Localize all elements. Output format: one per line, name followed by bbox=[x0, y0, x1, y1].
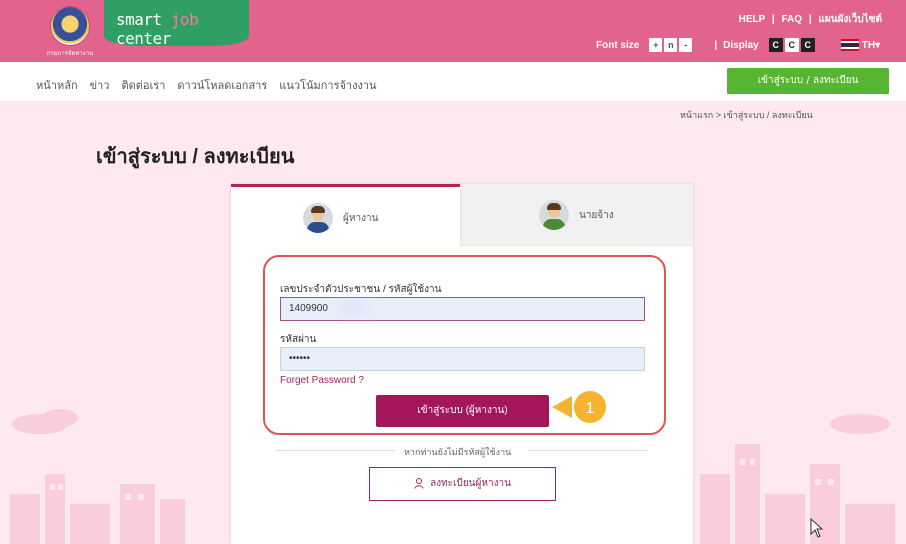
job-seeker-login-button[interactable]: เข้าสู่ระบบ (ผู้หางาน) bbox=[376, 395, 549, 427]
chevron-down-icon[interactable]: ▾ bbox=[875, 40, 880, 51]
tab-employer-label: นายจ้าง bbox=[579, 210, 614, 221]
font-normal-button[interactable]: n bbox=[664, 38, 678, 52]
tab-job-seeker[interactable]: ผู้หางาน bbox=[231, 184, 460, 246]
display-contrast-button[interactable]: C bbox=[800, 38, 815, 52]
accessibility-controls: Font size + n - | Display C C C TH ▾ bbox=[596, 36, 880, 54]
nav-item-home[interactable]: หน้าหลัก bbox=[36, 76, 78, 94]
employer-avatar-icon bbox=[539, 200, 569, 230]
login-register-button[interactable]: เข้าสู่ระบบ / ลงทะเบียน bbox=[727, 68, 889, 94]
tab-employer[interactable]: นายจ้าง bbox=[460, 184, 693, 246]
tab-job-seeker-label: ผู้หางาน bbox=[343, 213, 379, 224]
breadcrumb-current: เข้าสู่ระบบ / ลงทะเบียน bbox=[723, 110, 813, 120]
nav-item-download[interactable]: ดาวน์โหลดเอกสาร bbox=[177, 76, 267, 94]
divider bbox=[528, 450, 648, 451]
sitemap-link[interactable]: แผนผังเว็บไซต์ bbox=[818, 14, 882, 25]
separator: | bbox=[808, 14, 812, 25]
separator: | bbox=[714, 39, 718, 51]
nav-item-contact[interactable]: ติดต่อเรา bbox=[121, 76, 165, 94]
brand-suffix: center bbox=[116, 29, 171, 48]
top-header: กรมการจัดหางาน smart job center HELP | F… bbox=[0, 0, 906, 62]
smart-job-center-logo[interactable]: smart job center bbox=[104, 0, 249, 48]
no-account-text: หากท่านยังไม่มีรหัสผู้ใช้งาน bbox=[404, 447, 512, 457]
breadcrumb: หน้าแรก > เข้าสู่ระบบ / ลงทะเบียน bbox=[680, 108, 813, 122]
separator: | bbox=[771, 14, 775, 25]
brand-prefix: smart bbox=[116, 10, 171, 29]
password-input[interactable]: •••••• bbox=[280, 347, 645, 371]
department-seal-logo[interactable] bbox=[50, 6, 90, 46]
breadcrumb-separator: > bbox=[715, 110, 722, 120]
font-size-label: Font size bbox=[596, 39, 640, 51]
seal-caption: กรมการจัดหางาน bbox=[46, 50, 94, 57]
display-dark-button[interactable]: C bbox=[768, 38, 783, 52]
thai-flag-icon[interactable] bbox=[840, 39, 859, 51]
top-links: HELP | FAQ | แผนผังเว็บไซต์ bbox=[735, 12, 882, 27]
divider bbox=[275, 450, 395, 451]
faq-link[interactable]: FAQ bbox=[781, 14, 802, 25]
brand-job: job bbox=[170, 10, 199, 29]
display-light-button[interactable]: C bbox=[784, 38, 799, 52]
nav-item-news[interactable]: ข่าว bbox=[90, 76, 110, 94]
display-label: Display bbox=[723, 39, 759, 51]
user-icon bbox=[414, 477, 424, 489]
register-job-seeker-button[interactable]: ลงทะเบียนผู้หางาน bbox=[369, 467, 556, 501]
register-button-label: ลงทะเบียนผู้หางาน bbox=[430, 478, 511, 489]
callout-number: 1 bbox=[586, 400, 595, 417]
breadcrumb-home[interactable]: หน้าแรก bbox=[680, 110, 713, 120]
font-decrease-button[interactable]: - bbox=[679, 38, 693, 52]
id-field-label: เลขประจำตัวประชาชน / รหัสผู้ใช้งาน bbox=[280, 284, 442, 295]
redaction-blur bbox=[333, 300, 378, 317]
forgot-password-link[interactable]: Forget Password ? bbox=[280, 375, 364, 386]
step-callout-marker: 1 bbox=[552, 391, 606, 423]
password-field-label: รหัสผ่าน bbox=[280, 334, 317, 345]
language-selector[interactable]: TH bbox=[862, 40, 875, 51]
job-seeker-avatar-icon bbox=[303, 203, 333, 233]
nav-item-employment-trend[interactable]: แนวโน้มการจ้างงาน bbox=[279, 76, 376, 94]
font-increase-button[interactable]: + bbox=[649, 38, 663, 52]
mouse-cursor-icon bbox=[810, 518, 824, 538]
page-title: เข้าสู่ระบบ / ลงทะเบียน bbox=[96, 146, 295, 168]
help-link[interactable]: HELP bbox=[739, 14, 766, 25]
